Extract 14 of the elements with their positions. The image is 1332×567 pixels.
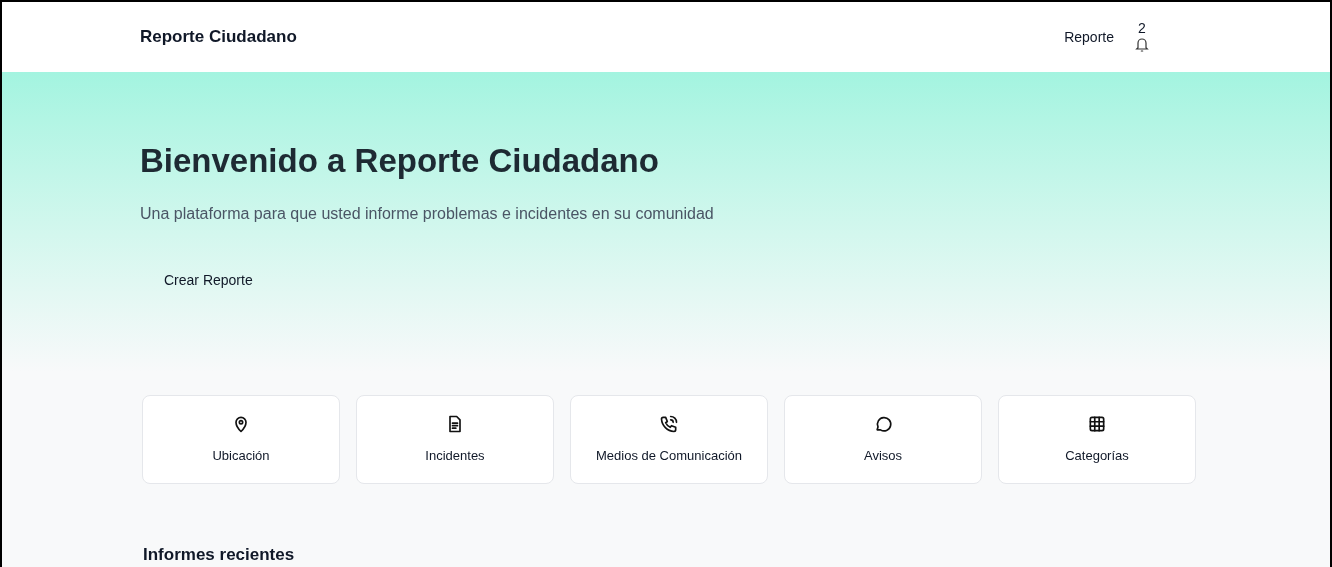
category-card[interactable]: Avisos (784, 395, 982, 484)
category-card[interactable]: Ubicación (142, 395, 340, 484)
category-card[interactable]: Incidentes (356, 395, 554, 484)
category-card[interactable]: Categorías (998, 395, 1196, 484)
section-heading: Informes recientes (142, 544, 296, 566)
category-card[interactable]: Medios de Comunicación (570, 395, 768, 484)
hero-subtitle: Una plataforma para que usted informe problemas e incidentes en su comunidad (140, 203, 715, 224)
notification-count: 2 (1138, 20, 1146, 36)
create-report-button[interactable]: Crear Reporte (140, 261, 277, 299)
hero-title: Bienvenido a Reporte Ciudadano (140, 141, 660, 181)
bell-icon[interactable] (1134, 36, 1150, 54)
phone-icon (659, 413, 679, 434)
site-title[interactable]: Reporte Ciudadano (140, 24, 297, 50)
nav-link[interactable]: Reporte (1064, 26, 1114, 48)
